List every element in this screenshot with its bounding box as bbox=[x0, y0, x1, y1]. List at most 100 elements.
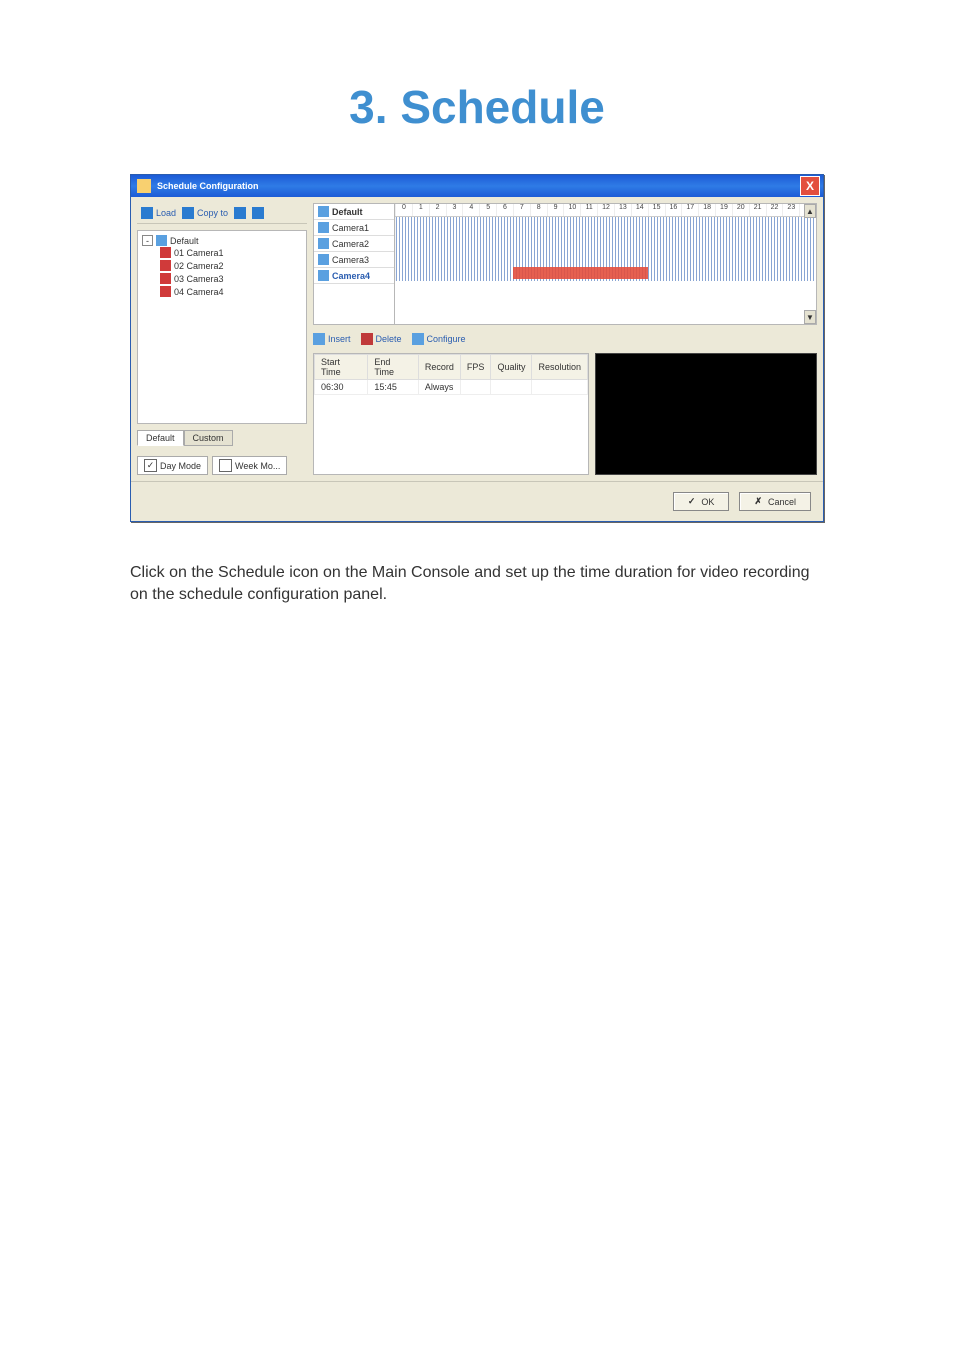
hour-tick: 20 bbox=[732, 204, 749, 216]
hour-tick: 16 bbox=[665, 204, 682, 216]
timeline[interactable]: 0 1 2 3 4 5 6 7 8 9 10 11 12 bbox=[395, 204, 816, 324]
weekmode-label: Week Mo... bbox=[235, 461, 280, 471]
hour-tick: 15 bbox=[648, 204, 665, 216]
hour-tick: 5 bbox=[479, 204, 496, 216]
tree-item-label: 01 Camera1 bbox=[174, 248, 224, 258]
tab-custom[interactable]: Custom bbox=[184, 430, 233, 446]
timeline-row-active[interactable] bbox=[395, 265, 816, 281]
cell-quality bbox=[491, 380, 532, 395]
camera-row-selected[interactable]: Camera4 bbox=[314, 268, 394, 284]
camera-icon bbox=[160, 247, 171, 258]
page-title: 3. Schedule bbox=[130, 80, 824, 134]
ok-button[interactable]: ✓ OK bbox=[673, 492, 730, 511]
camera-list: Default Camera1 Camera2 Camera3 Camera4 bbox=[314, 204, 395, 324]
toolbar-icon[interactable] bbox=[234, 207, 246, 219]
tree-item-label: 02 Camera2 bbox=[174, 261, 224, 271]
segment-table[interactable]: Start Time End Time Record FPS Quality R… bbox=[313, 353, 589, 475]
timeline-hours: 0 1 2 3 4 5 6 7 8 9 10 11 12 bbox=[395, 204, 816, 217]
hour-tick: 2 bbox=[429, 204, 446, 216]
hour-tick: 4 bbox=[462, 204, 479, 216]
insert-button[interactable]: Insert bbox=[313, 333, 351, 345]
tree-item[interactable]: 04 Camera4 bbox=[160, 285, 302, 298]
camera-row[interactable]: Camera2 bbox=[314, 236, 394, 252]
camera-icon bbox=[160, 273, 171, 284]
camera-icon bbox=[318, 254, 329, 265]
camera-icon bbox=[160, 260, 171, 271]
timeline-scroll[interactable]: ▲ ▼ bbox=[804, 204, 816, 324]
camera-row[interactable]: Camera3 bbox=[314, 252, 394, 268]
left-toolbar: Load Copy to bbox=[137, 203, 307, 224]
delete-label: Delete bbox=[376, 334, 402, 344]
copyto-button[interactable]: Copy to bbox=[182, 207, 228, 219]
tab-bar: Default Custom bbox=[137, 430, 307, 446]
col-end[interactable]: End Time bbox=[368, 355, 419, 380]
tree-item[interactable]: 02 Camera2 bbox=[160, 259, 302, 272]
hour-tick: 22 bbox=[766, 204, 783, 216]
cell-start: 06:30 bbox=[315, 380, 368, 395]
scroll-down-icon[interactable]: ▼ bbox=[804, 310, 816, 324]
camera-row[interactable]: Camera1 bbox=[314, 220, 394, 236]
load-button[interactable]: Load bbox=[141, 207, 176, 219]
col-fps[interactable]: FPS bbox=[460, 355, 491, 380]
scroll-up-icon[interactable]: ▲ bbox=[804, 204, 816, 218]
weekmode-checkbox[interactable]: Week Mo... bbox=[212, 456, 287, 475]
segment-tools: Insert Delete Configure bbox=[313, 331, 817, 347]
camera-label: Camera1 bbox=[332, 223, 369, 233]
tree-item[interactable]: 03 Camera3 bbox=[160, 272, 302, 285]
minus-icon[interactable]: - bbox=[142, 235, 153, 246]
check-icon: ✓ bbox=[688, 496, 696, 507]
schedule-segment[interactable] bbox=[513, 267, 648, 279]
timeline-row[interactable] bbox=[395, 249, 816, 265]
camera-label: Camera2 bbox=[332, 239, 369, 249]
hour-tick: 1 bbox=[412, 204, 429, 216]
col-record[interactable]: Record bbox=[418, 355, 460, 380]
timeline-row[interactable] bbox=[395, 233, 816, 249]
hour-tick: 8 bbox=[530, 204, 547, 216]
copyto-label: Copy to bbox=[197, 208, 228, 218]
hour-tick: 19 bbox=[715, 204, 732, 216]
col-start[interactable]: Start Time bbox=[315, 355, 368, 380]
cell-end: 15:45 bbox=[368, 380, 419, 395]
hour-tick: 17 bbox=[681, 204, 698, 216]
preview-pane bbox=[595, 353, 817, 475]
camera-list-header[interactable]: Default bbox=[314, 204, 394, 220]
col-resolution[interactable]: Resolution bbox=[532, 355, 588, 380]
load-label: Load bbox=[156, 208, 176, 218]
x-icon: ✗ bbox=[754, 496, 762, 507]
daymode-checkbox[interactable]: ✓ Day Mode bbox=[137, 456, 208, 475]
camera-icon bbox=[160, 286, 171, 297]
folder-icon bbox=[156, 235, 167, 246]
cancel-button[interactable]: ✗ Cancel bbox=[739, 492, 811, 511]
ok-label: OK bbox=[701, 497, 714, 507]
insert-label: Insert bbox=[328, 334, 351, 344]
hour-tick: 6 bbox=[496, 204, 513, 216]
timeline-grid: Default Camera1 Camera2 Camera3 Camera4 … bbox=[313, 203, 817, 325]
daymode-label: Day Mode bbox=[160, 461, 201, 471]
col-quality[interactable]: Quality bbox=[491, 355, 532, 380]
configure-icon bbox=[412, 333, 424, 345]
hour-tick: 18 bbox=[698, 204, 715, 216]
camera-list-title: Default bbox=[332, 207, 363, 217]
camera-icon bbox=[318, 238, 329, 249]
hour-tick: 11 bbox=[580, 204, 597, 216]
tab-default[interactable]: Default bbox=[137, 430, 184, 446]
tree-item[interactable]: 01 Camera1 bbox=[160, 246, 302, 259]
tree-item-label: 04 Camera4 bbox=[174, 287, 224, 297]
cancel-label: Cancel bbox=[768, 497, 796, 507]
configure-button[interactable]: Configure bbox=[412, 333, 466, 345]
close-icon[interactable]: X bbox=[800, 176, 820, 196]
tree-root[interactable]: - Default bbox=[142, 235, 302, 246]
configure-label: Configure bbox=[427, 334, 466, 344]
delete-button[interactable]: Delete bbox=[361, 333, 402, 345]
table-row[interactable]: 06:30 15:45 Always bbox=[315, 380, 588, 395]
toolbar-icon[interactable] bbox=[252, 207, 264, 219]
titlebar: Schedule Configuration X bbox=[131, 175, 823, 197]
timeline-row[interactable] bbox=[395, 217, 816, 233]
schedule-dialog: Schedule Configuration X Load Copy to bbox=[130, 174, 824, 522]
hour-tick: 12 bbox=[597, 204, 614, 216]
list-icon bbox=[318, 206, 329, 217]
cell-fps bbox=[460, 380, 491, 395]
body-text: Click on the Schedule icon on the Main C… bbox=[130, 562, 824, 607]
dialog-title: Schedule Configuration bbox=[157, 181, 800, 191]
camera-tree[interactable]: - Default 01 Camera1 02 Camera2 03 Camer… bbox=[137, 230, 307, 424]
